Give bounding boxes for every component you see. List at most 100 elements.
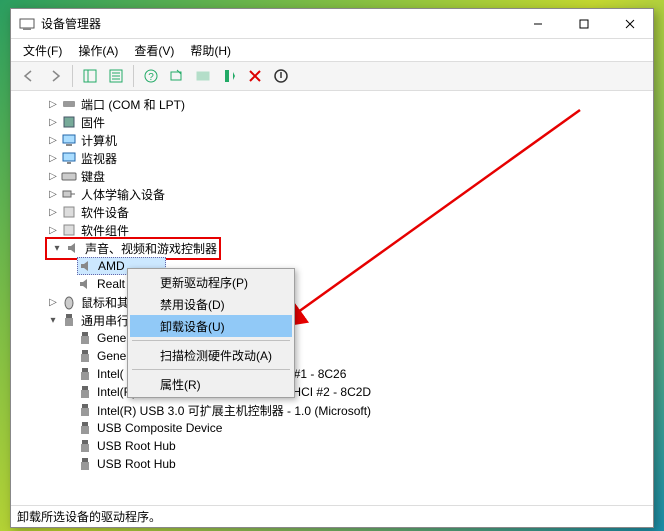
tree-item-mouse[interactable]: ▷ 鼠标和其	[13, 293, 651, 311]
tree-item-hid[interactable]: ▷ 人体学输入设备	[13, 185, 651, 203]
tree-label: USB Composite Device	[97, 421, 222, 435]
menubar: 文件(F) 操作(A) 查看(V) 帮助(H)	[11, 39, 653, 61]
device-tree[interactable]: ▷ 端口 (COM 和 LPT) ▷ 固件 ▷ 计算机 ▷ 监视器 ▷ 键盘 ▷ 人体学输入…	[11, 91, 653, 505]
update-driver-button[interactable]	[191, 64, 215, 88]
expand-icon[interactable]: ▷	[45, 204, 61, 220]
cm-properties[interactable]: 属性(R)	[130, 373, 292, 395]
disable-button[interactable]	[269, 64, 293, 88]
scan-button[interactable]	[165, 64, 189, 88]
show-hide-tree-button[interactable]	[78, 64, 102, 88]
cm-disable-device[interactable]: 禁用设备(D)	[130, 293, 292, 315]
titlebar: 设备管理器	[11, 9, 653, 39]
tree-item-intel-3[interactable]: Intel(R) USB 3.0 可扩展主机控制器 - 1.0 (Microso…	[13, 401, 651, 419]
tree-item-software-devices[interactable]: ▷ 软件设备	[13, 203, 651, 221]
context-menu: 更新驱动程序(P) 禁用设备(D) 卸载设备(U) 扫描检测硬件改动(A) 属性…	[127, 268, 295, 398]
expand-icon[interactable]: ▷	[45, 132, 61, 148]
firmware-icon	[61, 114, 77, 130]
tree-label: Gene	[97, 349, 126, 363]
cm-update-driver[interactable]: 更新驱动程序(P)	[130, 271, 292, 293]
tree-item-generic-2[interactable]: Gene	[13, 347, 651, 365]
window-title: 设备管理器	[41, 15, 515, 32]
monitor-icon	[61, 150, 77, 166]
expand-icon[interactable]: ▷	[45, 150, 61, 166]
uninstall-button[interactable]	[243, 64, 267, 88]
menu-file[interactable]: 文件(F)	[17, 40, 68, 61]
menu-view[interactable]: 查看(V)	[128, 40, 180, 61]
back-button[interactable]	[17, 64, 41, 88]
tree-item-monitor[interactable]: ▷ 监视器	[13, 149, 651, 167]
speaker-icon	[77, 276, 93, 292]
software-icon	[61, 204, 77, 220]
tree-label: 声音、视频和游戏控制器	[85, 240, 217, 257]
usb-icon	[77, 456, 93, 472]
tree-item-generic-1[interactable]: Gene	[13, 329, 651, 347]
toolbar: ?	[11, 61, 653, 91]
computer-icon	[61, 132, 77, 148]
tree-item-intel-2[interactable]: Intel(R) 8 Series/C220 Series USB EHCI #…	[13, 383, 651, 401]
tree-item-usb-root-2[interactable]: USB Root Hub	[13, 455, 651, 473]
tree-label: Realt	[97, 277, 125, 291]
port-icon	[61, 96, 77, 112]
tree-item-ports[interactable]: ▷ 端口 (COM 和 LPT)	[13, 95, 651, 113]
close-button[interactable]	[607, 9, 653, 39]
menu-action[interactable]: 操作(A)	[72, 40, 124, 61]
tree-label: 端口 (COM 和 LPT)	[81, 96, 185, 113]
tree-label: 通用串行	[81, 312, 129, 329]
cm-scan-hardware[interactable]: 扫描检测硬件改动(A)	[130, 344, 292, 366]
tree-label: 人体学输入设备	[81, 186, 165, 203]
tree-item-computer[interactable]: ▷ 计算机	[13, 131, 651, 149]
tree-item-firmware[interactable]: ▷ 固件	[13, 113, 651, 131]
cm-separator	[132, 369, 290, 370]
tree-item-amd-audio[interactable]: AMD	[13, 257, 651, 275]
expand-icon[interactable]: ▷	[45, 96, 61, 112]
svg-text:?: ?	[148, 72, 154, 83]
tree-item-sound[interactable]: ▾ 声音、视频和游戏控制器	[13, 239, 651, 257]
expand-icon[interactable]: ▷	[45, 294, 61, 310]
usb-icon	[77, 438, 93, 454]
tree-item-intel-1[interactable]: Intel(#1 - 8C26	[13, 365, 651, 383]
speaker-icon	[65, 240, 81, 256]
expand-icon[interactable]: ▷	[45, 114, 61, 130]
expand-icon[interactable]: ▷	[45, 186, 61, 202]
tree-label-tail: #1 - 8C26	[294, 367, 347, 381]
usb-icon	[77, 420, 93, 436]
minimize-button[interactable]	[515, 9, 561, 39]
tree-label: Intel(R) USB 3.0 可扩展主机控制器 - 1.0 (Microso…	[97, 402, 371, 419]
speaker-icon	[78, 258, 94, 274]
tree-item-keyboard[interactable]: ▷ 键盘	[13, 167, 651, 185]
tree-label: 监视器	[81, 150, 117, 167]
forward-button[interactable]	[43, 64, 67, 88]
usb-icon	[77, 384, 93, 400]
tree-item-realtek[interactable]: Realt	[13, 275, 651, 293]
collapse-icon[interactable]: ▾	[49, 240, 65, 256]
menu-help[interactable]: 帮助(H)	[184, 40, 237, 61]
tree-item-usb-composite[interactable]: USB Composite Device	[13, 419, 651, 437]
maximize-button[interactable]	[561, 9, 607, 39]
keyboard-icon	[61, 168, 77, 184]
usb-icon	[77, 366, 93, 382]
usb-icon	[77, 402, 93, 418]
tree-label: 鼠标和其	[81, 294, 129, 311]
tree-label: USB Root Hub	[97, 439, 176, 453]
tree-item-usb[interactable]: ▾ 通用串行	[13, 311, 651, 329]
tree-label: 计算机	[81, 132, 117, 149]
tree-label: 固件	[81, 114, 105, 131]
mouse-icon	[61, 294, 77, 310]
status-text: 卸载所选设备的驱动程序。	[17, 508, 161, 525]
usb-icon	[61, 312, 77, 328]
expand-icon[interactable]: ▷	[45, 168, 61, 184]
app-icon	[19, 16, 35, 32]
properties-button[interactable]	[104, 64, 128, 88]
tree-label: 软件设备	[81, 204, 129, 221]
usb-icon	[77, 330, 93, 346]
tree-item-usb-root-1[interactable]: USB Root Hub	[13, 437, 651, 455]
statusbar: 卸载所选设备的驱动程序。	[11, 505, 653, 527]
device-manager-window: 设备管理器 文件(F) 操作(A) 查看(V) 帮助(H) ? ▷ 端口 (COM…	[10, 8, 654, 528]
cm-uninstall-device[interactable]: 卸载设备(U)	[130, 315, 292, 337]
tree-label: USB Root Hub	[97, 457, 176, 471]
tree-label: 键盘	[81, 168, 105, 185]
collapse-icon[interactable]: ▾	[45, 312, 61, 328]
tree-label: AMD	[98, 259, 125, 273]
enable-button[interactable]	[217, 64, 241, 88]
help-button[interactable]: ?	[139, 64, 163, 88]
